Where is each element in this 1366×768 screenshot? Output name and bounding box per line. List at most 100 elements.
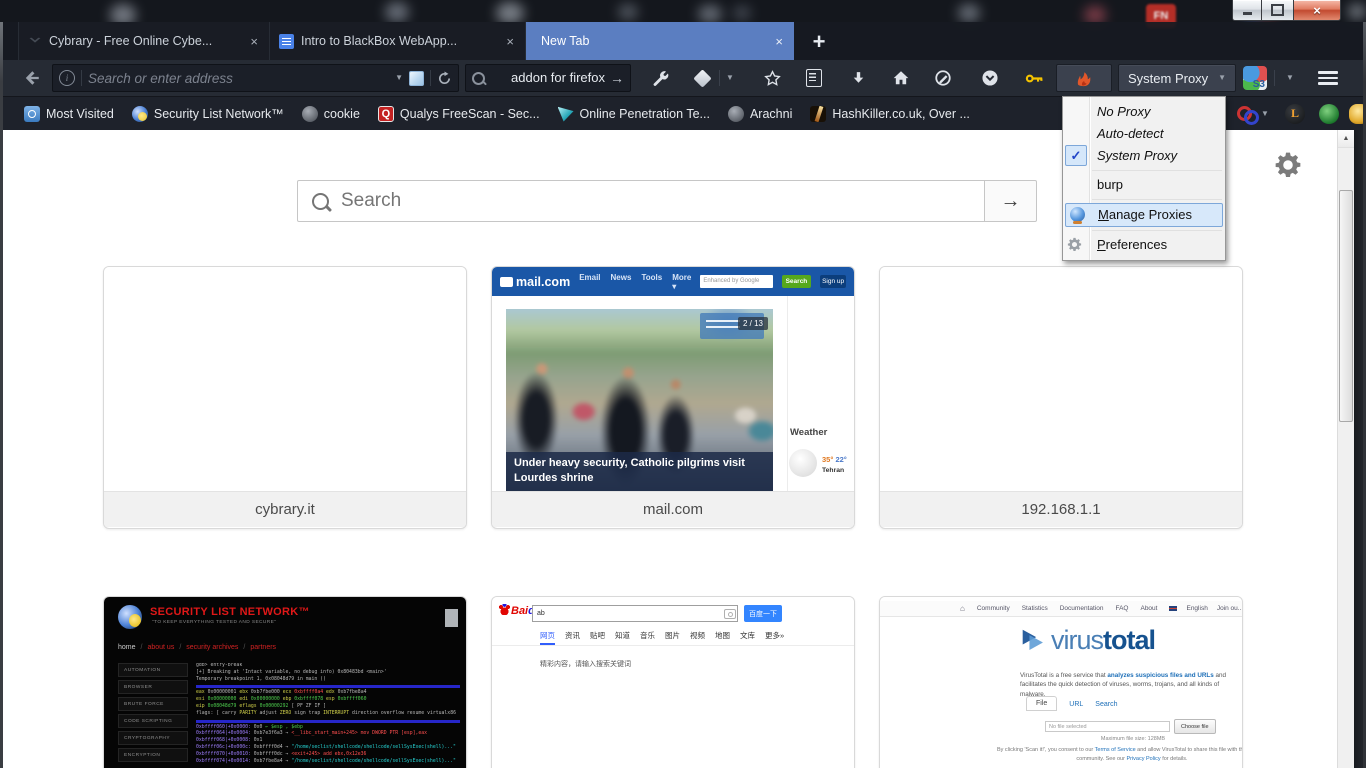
baidu-paw-icon: [499, 604, 510, 615]
foxyproxy-fox-icon: [1074, 68, 1094, 88]
maximize-button[interactable]: [1262, 0, 1293, 21]
newtab-search-input[interactable]: Search: [297, 180, 985, 222]
scrollbar-up-button[interactable]: ▲: [1338, 130, 1354, 148]
close-icon: ×: [1313, 4, 1321, 17]
tab-label: Intro to BlackBox WebApp...: [301, 34, 497, 48]
menu-separator: [1092, 170, 1222, 171]
addon-dragon-button[interactable]: [1319, 97, 1339, 130]
desktop-blob: [1348, 4, 1366, 19]
menu-item-preferences[interactable]: Preferences: [1063, 234, 1225, 256]
tile-grid-row-1: cybrary.it mail.com EmailNewsToolsMore ▾…: [103, 266, 1243, 529]
proxy-mode-dropdown[interactable]: System Proxy ▼: [1118, 64, 1236, 92]
bookmark-security-list-network[interactable]: Security List Network™: [123, 106, 293, 122]
divider: [430, 70, 431, 86]
menu-button[interactable]: [1306, 64, 1350, 92]
tab-close-icon[interactable]: ×: [773, 34, 785, 49]
search-bar[interactable]: addon for firefox →: [465, 64, 631, 92]
addon-l-button[interactable]: L: [1285, 97, 1305, 130]
desktop-blob: [733, 6, 751, 20]
tile-security-list-network[interactable]: SECURITY LIST NETWORK™ "TO KEEP EVERYTHI…: [103, 596, 467, 768]
star-icon: [764, 70, 781, 87]
chevron-down-icon: ▼: [726, 74, 734, 82]
url-bar[interactable]: i Search or enter address ▼: [52, 64, 459, 92]
pocket-button[interactable]: [973, 64, 1007, 92]
developer-tools-button[interactable]: [643, 64, 677, 92]
document-favicon: [279, 34, 294, 49]
tile-baidu[interactable]: Baidu 百度 ab 百度一下 网页资讯贴吧知道音乐图片视频地图文库更多» 精…: [491, 596, 855, 768]
bookmark-cookie[interactable]: cookie: [293, 106, 369, 122]
bookmark-label: Arachni: [750, 107, 792, 121]
search-icon: [472, 72, 485, 85]
bookmark-most-visited[interactable]: Most Visited: [15, 106, 123, 122]
bookmark-label: Qualys FreeScan - Sec...: [400, 107, 540, 121]
foxyproxy-button[interactable]: [1056, 64, 1112, 92]
tile-thumbnail: [104, 267, 466, 491]
bookmark-hashkiller[interactable]: HashKiller.co.uk, Over ...: [801, 106, 979, 122]
tile-router[interactable]: 192.168.1.1: [879, 266, 1243, 529]
back-arrow-icon: [23, 69, 41, 87]
s3-icon: S3: [1253, 79, 1265, 90]
back-button[interactable]: [15, 64, 49, 92]
toolbar-overflow-dropdown[interactable]: ▼: [1280, 64, 1300, 92]
home-button[interactable]: [884, 64, 918, 92]
newtab-search-go-button[interactable]: →: [984, 180, 1037, 222]
addon-button[interactable]: [689, 64, 715, 92]
tab-new-tab[interactable]: New Tab ×: [526, 22, 794, 60]
tab-close-icon[interactable]: ×: [248, 34, 260, 49]
menu-item-auto-detect[interactable]: Auto-detect: [1063, 123, 1225, 145]
close-button[interactable]: ×: [1293, 0, 1341, 21]
bookmark-online-penetration-testing[interactable]: Online Penetration Te...: [549, 106, 719, 122]
bookmark-arachni[interactable]: Arachni: [719, 106, 801, 122]
wrench-icon: [652, 70, 669, 87]
menu-item-system-proxy[interactable]: ✓ System Proxy: [1063, 145, 1225, 167]
desktop-blob: [618, 4, 638, 20]
url-dropdown-icon[interactable]: ▼: [395, 74, 403, 82]
downloads-button[interactable]: [841, 64, 875, 92]
tile-mailcom[interactable]: mail.com EmailNewsToolsMore ▾ Enhanced b…: [491, 266, 855, 529]
minimize-button[interactable]: [1232, 0, 1262, 21]
tile-virustotal[interactable]: ⌂ CommunityStatisticsDocumentationFAQAbo…: [879, 596, 1243, 768]
choose-file-button: Choose file: [1174, 719, 1216, 734]
bookmarks-menu-button[interactable]: [797, 64, 831, 92]
new-tab-button[interactable]: +: [800, 25, 838, 58]
tab-cybrary[interactable]: Cybrary - Free Online Cybe... ×: [18, 22, 270, 60]
password-key-button[interactable]: [1017, 64, 1051, 92]
reload-icon[interactable]: [437, 71, 452, 86]
tamper-data-button[interactable]: [926, 64, 960, 92]
addon-cube-icon[interactable]: [409, 71, 424, 86]
menu-item-burp[interactable]: burp: [1063, 174, 1225, 196]
bookmark-star-button[interactable]: [755, 64, 789, 92]
vertical-scrollbar[interactable]: ▲: [1337, 130, 1354, 768]
bookmark-label: Most Visited: [46, 107, 114, 121]
bookmark-label: Security List Network™: [154, 107, 284, 121]
search-go-icon[interactable]: →: [610, 70, 624, 86]
chain-link-icon: [1237, 105, 1259, 123]
addon-chain-button[interactable]: ▼: [1237, 97, 1269, 130]
flag-icon: [1169, 606, 1177, 611]
tile-cybrary[interactable]: cybrary.it: [103, 266, 467, 529]
tab-blackbox-doc[interactable]: Intro to BlackBox WebApp... ×: [270, 22, 526, 60]
newtab-settings-button[interactable]: [1274, 151, 1302, 184]
menu-item-manage-proxies[interactable]: Manage Proxies: [1065, 203, 1223, 227]
addon-dropdown[interactable]: ▼: [721, 64, 739, 92]
checkmark-icon: ✓: [1065, 145, 1087, 166]
tab-label: New Tab: [535, 34, 766, 48]
bookmark-qualys-freescan[interactable]: Q Qualys FreeScan - Sec...: [369, 106, 549, 122]
tab-close-icon[interactable]: ×: [504, 34, 516, 49]
globe-icon: [1070, 207, 1085, 222]
mailcom-logo: mail.com: [500, 275, 570, 289]
s3-translator-button[interactable]: S3: [1243, 66, 1267, 90]
envelope-icon: [500, 277, 513, 287]
virustotal-file-row: No file selected Choose file: [1045, 719, 1216, 734]
tile-label: mail.com: [492, 491, 854, 527]
scrollbar-thumb[interactable]: [1339, 190, 1353, 422]
menu-separator: [1092, 199, 1222, 200]
menu-item-no-proxy[interactable]: No Proxy: [1063, 101, 1225, 123]
tile-thumbnail: Baidu 百度 ab 百度一下 网页资讯贴吧知道音乐图片视频地图文库更多» 精…: [492, 597, 854, 768]
seclist-corner-widget: [445, 609, 458, 627]
hashkiller-icon: [810, 106, 826, 122]
navigation-toolbar: i Search or enter address ▼ addon for fi…: [3, 60, 1363, 97]
hamburger-icon: [1318, 71, 1338, 74]
info-icon[interactable]: i: [59, 70, 75, 86]
window-controls: ×: [1232, 0, 1341, 20]
